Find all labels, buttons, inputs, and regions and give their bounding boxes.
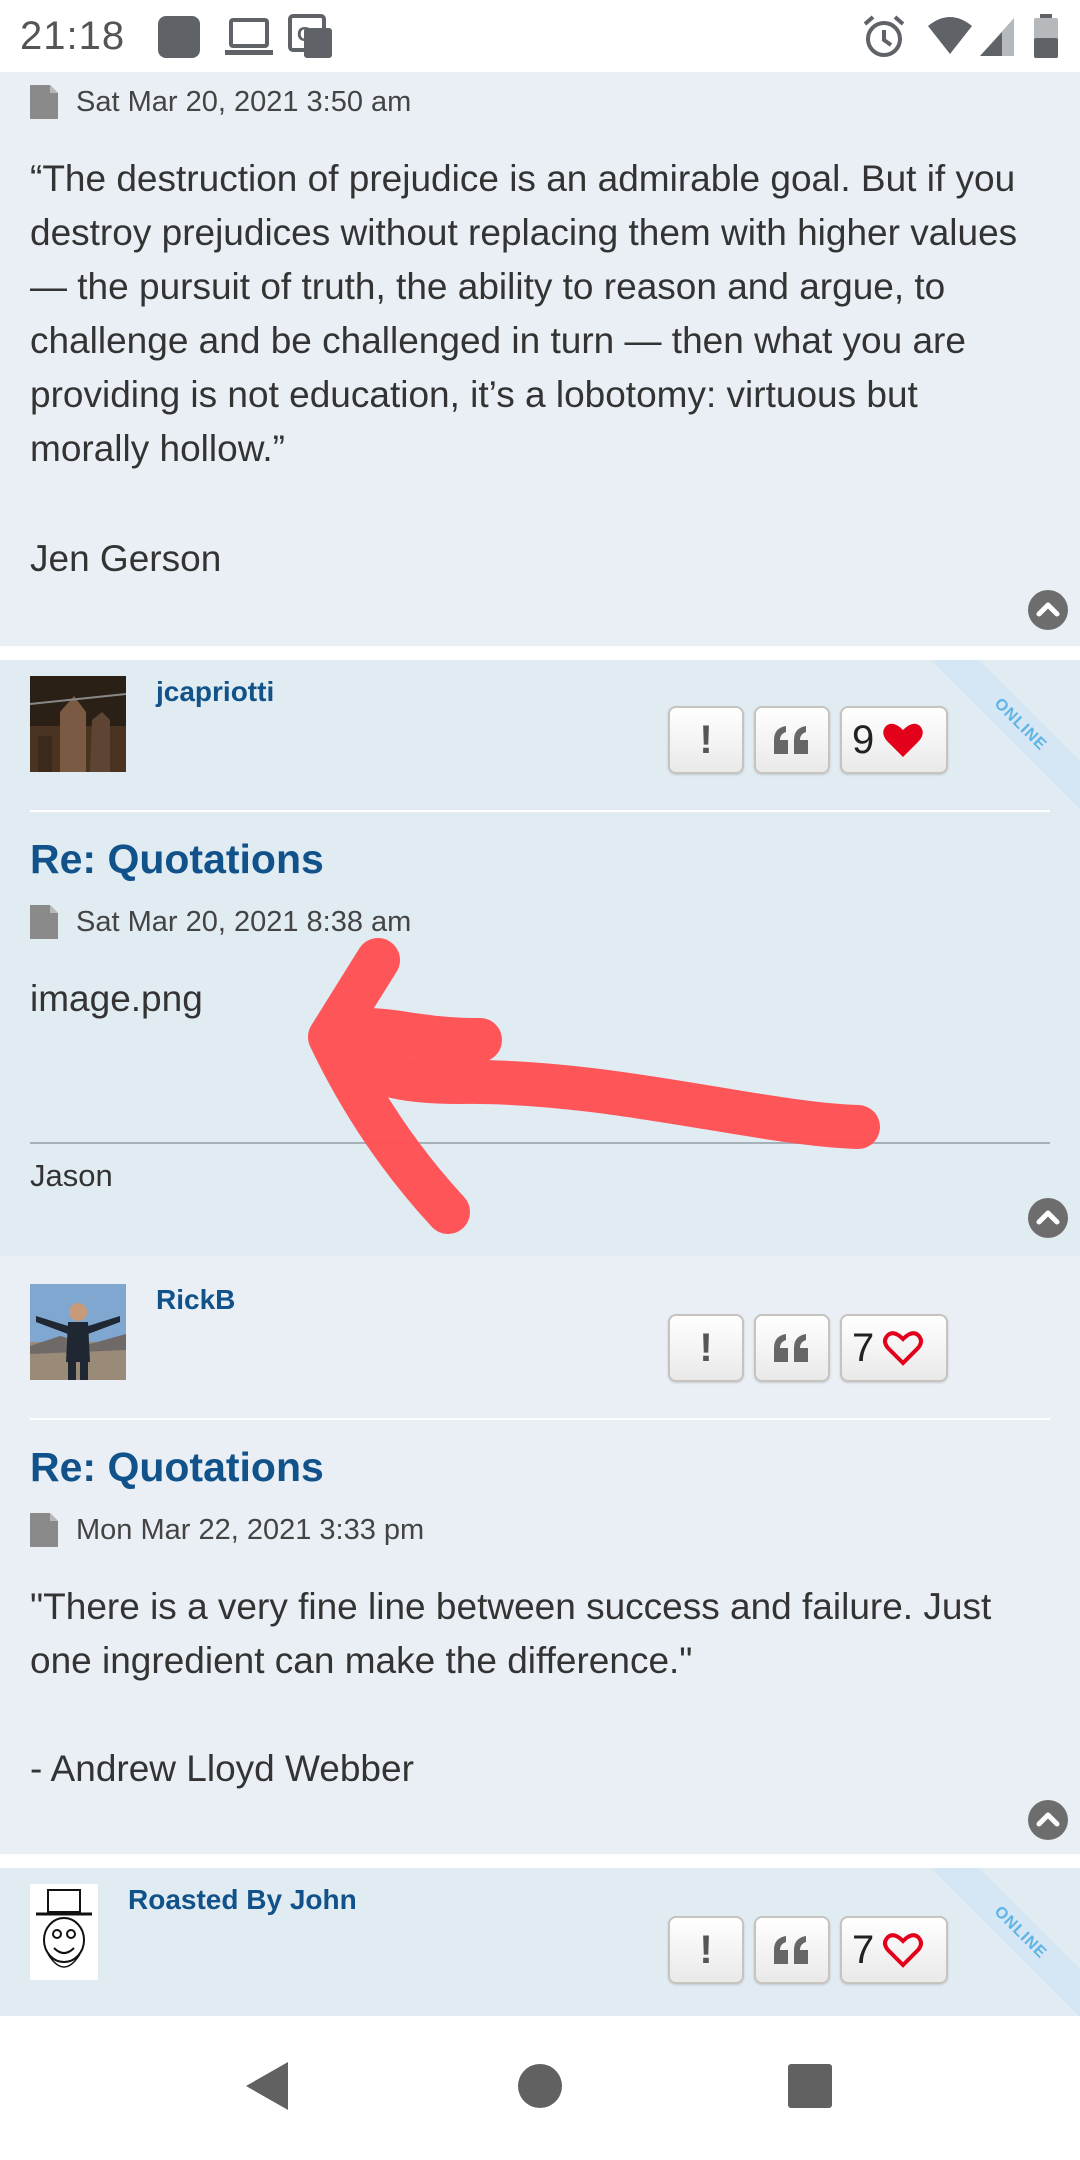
back-to-top-button[interactable] — [1028, 1198, 1068, 1238]
exclamation-icon: ! — [699, 1325, 713, 1370]
post-date: Sat Mar 20, 2021 8:38 am — [76, 905, 412, 938]
quote-button[interactable] — [754, 1916, 830, 1984]
image-link[interactable]: image.png — [30, 972, 1040, 1026]
post-body-quote: "There is a very fine line between succe… — [30, 1586, 992, 1681]
heart-outline-icon — [883, 1933, 924, 1968]
post-body-quote: “The destruction of prejudice is an admi… — [30, 158, 1018, 469]
signature-separator — [30, 1142, 1050, 1144]
exclamation-icon: ! — [699, 717, 713, 762]
recents-nav-icon[interactable] — [786, 2060, 834, 2112]
post-1: Sat Mar 20, 2021 3:50 am “The destructio… — [0, 72, 1080, 646]
quote-icon — [774, 726, 808, 754]
avatar[interactable] — [30, 1884, 98, 1980]
post-2: ONLINE jcapriotti ! 9 Re: Quotations Sat… — [0, 660, 1080, 1256]
like-count: 9 — [852, 717, 875, 762]
report-button[interactable]: ! — [668, 1314, 744, 1382]
svg-text:G: G — [297, 24, 313, 46]
signature: Jason — [30, 1158, 113, 1193]
document-icon — [30, 1513, 58, 1547]
username-link[interactable]: jcapriotti — [156, 676, 274, 708]
post-date-row: Sat Mar 20, 2021 8:38 am — [30, 902, 411, 942]
avatar-image — [30, 1884, 98, 1980]
back-nav-icon[interactable] — [242, 2060, 290, 2112]
heart-outline-icon — [883, 1331, 924, 1366]
quote-icon — [774, 1334, 808, 1362]
post-4: ONLINE Roasted By John ! 7 — [0, 1868, 1080, 2016]
translate-icon: G — [288, 14, 332, 58]
quote-icon — [774, 1936, 808, 1964]
status-bar: 21:18 G — [0, 0, 1080, 72]
back-to-top-button[interactable] — [1028, 1800, 1068, 1840]
home-nav-icon[interactable] — [516, 2060, 564, 2112]
post-body-author: - Andrew Lloyd Webber — [30, 1748, 414, 1789]
quote-button[interactable] — [754, 706, 830, 774]
navigation-bar — [0, 2016, 1080, 2160]
chevron-up-icon — [1036, 1812, 1060, 1827]
post-actions: ! 7 — [668, 1314, 948, 1382]
post-3: RickB ! 7 Re: Quotations Mon Mar 22, 202… — [0, 1256, 1080, 1854]
laptop-icon — [225, 18, 273, 55]
back-to-top-button[interactable] — [1028, 590, 1068, 630]
username-link[interactable]: RickB — [156, 1284, 235, 1316]
avatar[interactable] — [30, 676, 126, 772]
username-link[interactable]: Roasted By John — [128, 1884, 357, 1916]
report-button[interactable]: ! — [668, 1916, 744, 1984]
like-count: 7 — [852, 1325, 875, 1370]
avatar[interactable] — [30, 1284, 126, 1380]
report-button[interactable]: ! — [668, 706, 744, 774]
battery-icon — [1034, 14, 1058, 58]
exclamation-icon: ! — [699, 1927, 713, 1972]
alarm-icon — [863, 15, 905, 57]
post-body-author: Jen Gerson — [30, 538, 222, 579]
like-count: 7 — [852, 1927, 875, 1972]
post-date: Sat Mar 20, 2021 3:50 am — [76, 85, 412, 118]
divider — [30, 810, 1050, 812]
app-notification-icon — [158, 16, 200, 58]
quote-button[interactable] — [754, 1314, 830, 1382]
heart-filled-icon — [883, 723, 924, 757]
post-date: Mon Mar 22, 2021 3:33 pm — [76, 1513, 425, 1546]
like-button[interactable]: 7 — [840, 1916, 948, 1984]
post-actions: ! 7 — [668, 1916, 948, 1984]
document-icon — [30, 85, 58, 119]
chevron-up-icon — [1036, 1210, 1060, 1225]
avatar-image — [30, 676, 126, 772]
post-date-row: Sat Mar 20, 2021 3:50 am — [30, 82, 411, 122]
wifi-icon — [928, 17, 972, 54]
post-title[interactable]: Re: Quotations — [30, 836, 324, 883]
post-date-row: Mon Mar 22, 2021 3:33 pm — [30, 1510, 424, 1550]
divider — [30, 1418, 1050, 1420]
like-button[interactable]: 9 — [840, 706, 948, 774]
post-title[interactable]: Re: Quotations — [30, 1444, 324, 1491]
cellular-signal-icon — [980, 18, 1014, 56]
status-time: 21:18 — [20, 14, 126, 58]
avatar-image — [30, 1284, 126, 1380]
post-actions: ! 9 — [668, 706, 948, 774]
chevron-up-icon — [1036, 602, 1060, 617]
like-button[interactable]: 7 — [840, 1314, 948, 1382]
document-icon — [30, 905, 58, 939]
